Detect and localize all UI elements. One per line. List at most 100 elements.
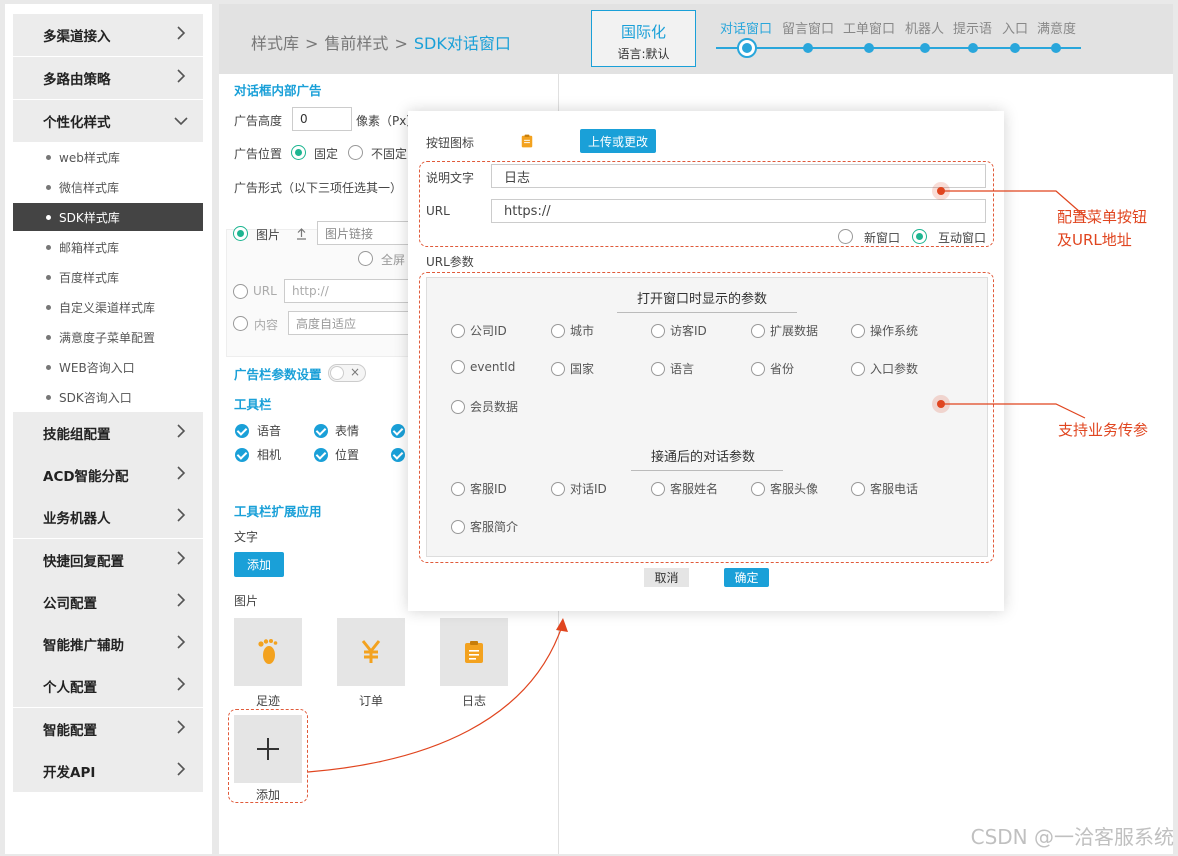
sub-item-baidu-style[interactable]: 百度样式库 (13, 263, 203, 291)
cancel-button[interactable]: 取消 (644, 568, 689, 587)
step-dot[interactable] (920, 43, 930, 53)
param-city[interactable]: 城市 (551, 322, 594, 339)
nav-smart-promotion[interactable]: 智能推广辅助 (13, 623, 203, 665)
nav-quick-reply[interactable]: 快捷回复配置 (13, 539, 203, 581)
fullscreen-radio[interactable] (358, 251, 373, 266)
step-dot[interactable] (968, 43, 978, 53)
ad-height-input[interactable]: 0 (292, 107, 352, 131)
confirm-button[interactable]: 确定 (724, 568, 769, 587)
pos-unfixed-radio[interactable] (348, 145, 363, 160)
param-member-data[interactable]: 会员数据 (451, 398, 518, 415)
toolbar-camera-label: 相机 (257, 448, 282, 462)
upload-change-button[interactable]: 上传或更改 (580, 129, 656, 153)
pos-fixed-radio[interactable] (291, 145, 306, 160)
opt-url-radio[interactable] (233, 284, 248, 299)
nav-multi-channel[interactable]: 多渠道接入 (13, 14, 203, 56)
param-province[interactable]: 省份 (751, 360, 794, 377)
check-extra-2[interactable] (391, 448, 405, 462)
param-ext-data[interactable]: 扩展数据 (751, 322, 818, 339)
step-dot[interactable] (864, 43, 874, 53)
param-country[interactable]: 国家 (551, 360, 594, 377)
chevron-right-icon (177, 26, 186, 40)
nav-business-robot[interactable]: 业务机器人 (13, 496, 203, 538)
step-prompt[interactable]: 提示语 (953, 18, 992, 37)
thumb-order-label: 订单 (358, 694, 383, 708)
nav-smart-config[interactable]: 智能配置 (13, 708, 203, 750)
sub-item-satisfaction-menu[interactable]: 满意度子菜单配置 (13, 323, 203, 351)
sub-item-sdk-entry[interactable]: SDK咨询入口 (13, 383, 203, 411)
title-underline (631, 470, 783, 471)
param-language[interactable]: 语言 (651, 360, 694, 377)
ad-form-label: 广告形式（以下三项任选其一） (234, 181, 403, 195)
step-ticket-window[interactable]: 工单窗口 (843, 18, 895, 37)
add-tile-button[interactable] (234, 715, 302, 783)
param-agent-avatar[interactable]: 客服头像 (751, 480, 818, 497)
image-link-input[interactable]: 图片链接 (317, 221, 410, 245)
param-os[interactable]: 操作系统 (851, 322, 918, 339)
upload-icon[interactable] (296, 228, 307, 240)
thumb-log[interactable] (440, 618, 508, 686)
nav-personal-config[interactable]: 个人配置 (13, 665, 203, 707)
param-radio (651, 481, 665, 496)
check-voice[interactable] (235, 424, 249, 438)
desc-input[interactable]: 日志 (491, 164, 986, 188)
nav-company-config[interactable]: 公司配置 (13, 581, 203, 623)
step-dot-active[interactable] (737, 38, 757, 58)
sub-item-web-style[interactable]: web样式库 (13, 143, 203, 171)
annotation-dot (937, 187, 945, 195)
sub-item-custom-channel[interactable]: 自定义渠道样式库 (13, 293, 203, 321)
param-visitor-id[interactable]: 访客ID (651, 322, 707, 339)
content-input[interactable]: 高度自适应 (288, 311, 410, 335)
sub-item-wechat-style[interactable]: 微信样式库 (13, 173, 203, 201)
add-text-button[interactable]: 添加 (234, 552, 284, 577)
step-dot[interactable] (803, 43, 813, 53)
param-event-id[interactable]: eventId (451, 360, 515, 374)
param-entry[interactable]: 入口参数 (851, 360, 918, 377)
step-dot[interactable] (1051, 43, 1061, 53)
param-dialog-id[interactable]: 对话ID (551, 480, 607, 497)
nav-dev-api[interactable]: 开发API (13, 750, 203, 792)
i18n-button[interactable]: 国际化 语言:默认 (591, 10, 696, 67)
sub-item-web-entry[interactable]: WEB咨询入口 (13, 353, 203, 381)
nav-skill-group[interactable]: 技能组配置 (13, 412, 203, 454)
url-input[interactable]: http:// (284, 279, 410, 303)
chevron-right-icon (177, 635, 186, 649)
param-agent-phone[interactable]: 客服电话 (851, 480, 918, 497)
interactive-window-radio[interactable] (912, 229, 927, 244)
check-location[interactable] (314, 448, 328, 462)
step-satisfaction[interactable]: 满意度 (1037, 18, 1076, 37)
step-dialog-window[interactable]: 对话窗口 (720, 18, 772, 37)
opt-image-radio[interactable] (233, 226, 248, 241)
param-agent-id[interactable]: 客服ID (451, 480, 507, 497)
annotation-menu-line1: 配置菜单按钮 (1057, 208, 1148, 226)
new-window-radio[interactable] (838, 229, 853, 244)
step-dot[interactable] (1010, 43, 1020, 53)
step-entry[interactable]: 入口 (1002, 18, 1028, 37)
step-robot[interactable]: 机器人 (905, 18, 944, 37)
param-company-id[interactable]: 公司ID (451, 322, 507, 339)
chevron-right-icon (177, 424, 186, 438)
step-message-window[interactable]: 留言窗口 (782, 18, 834, 37)
thumb-footprint[interactable] (234, 618, 302, 686)
nav-acd[interactable]: ACD智能分配 (13, 454, 203, 496)
param-agent-bio[interactable]: 客服简介 (451, 518, 518, 535)
sub-item-email-style[interactable]: 邮箱样式库 (13, 233, 203, 261)
title-underline (617, 312, 797, 313)
breadcrumb-item[interactable]: 样式库 (251, 34, 299, 53)
check-emoji[interactable] (314, 424, 328, 438)
breadcrumb-sep: > (305, 34, 319, 53)
nav-multi-route[interactable]: 多路由策略 (13, 57, 203, 99)
check-camera[interactable] (235, 448, 249, 462)
ad-bar-toggle[interactable] (328, 364, 366, 382)
thumb-order[interactable] (337, 618, 405, 686)
param-agent-name[interactable]: 客服姓名 (651, 480, 718, 497)
param-radio (551, 481, 565, 496)
pos-fixed-label: 固定 (314, 147, 339, 161)
breadcrumb-item[interactable]: 售前样式 (324, 34, 388, 53)
url-input[interactable]: https:// (491, 199, 986, 223)
chevron-right-icon (177, 466, 186, 480)
sub-item-sdk-style[interactable]: SDK样式库 (13, 203, 203, 231)
check-extra-1[interactable] (391, 424, 405, 438)
nav-personalized-style[interactable]: 个性化样式 (13, 100, 203, 142)
opt-content-radio[interactable] (233, 316, 248, 331)
